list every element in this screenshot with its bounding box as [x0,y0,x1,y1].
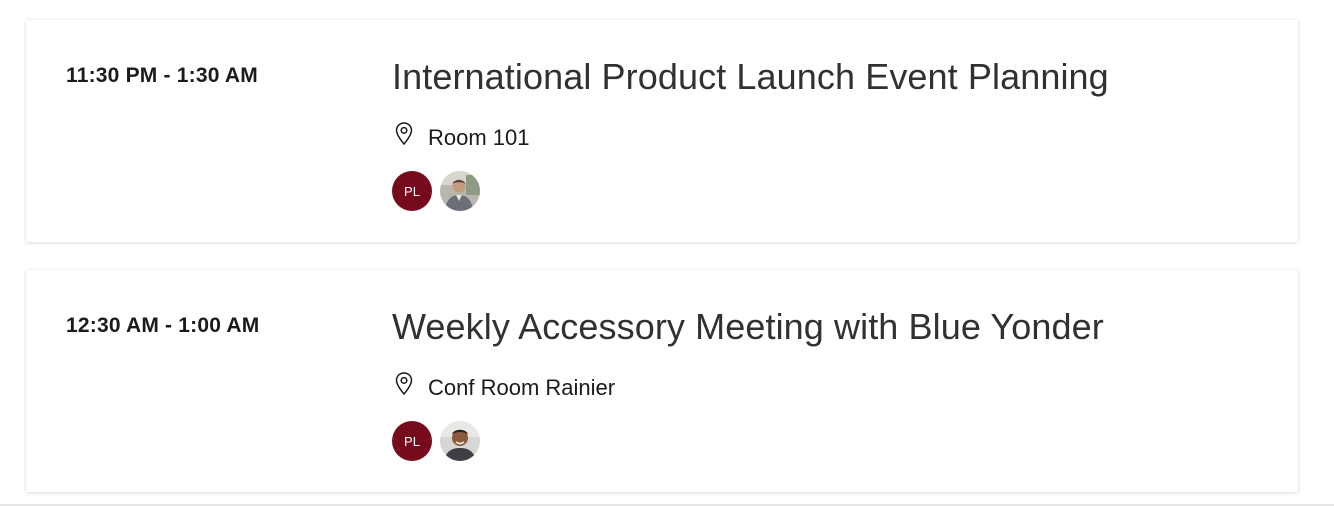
event-card[interactable]: 11:30 PM - 1:30 AM International Product… [26,20,1298,242]
event-card[interactable]: 12:30 AM - 1:00 AM Weekly Accessory Meet… [26,270,1298,492]
event-time: 11:30 PM - 1:30 AM [66,64,258,87]
location-pin-icon [392,370,416,398]
attendee-list: PL [392,171,480,211]
person-photo-avatar[interactable] [440,421,480,461]
avatar-initials: PL [404,183,420,199]
event-title[interactable]: International Product Launch Event Plann… [392,56,1109,98]
event-location-text: Conf Room Rainier [428,375,616,400]
attendee-initials-avatar[interactable]: PL [392,421,432,461]
event-location-text: Room 101 [428,125,530,150]
event-location: Room 101 [392,120,530,150]
location-pin-icon [392,120,416,148]
agenda-page: 11:30 PM - 1:30 AM International Product… [0,0,1334,506]
event-title[interactable]: Weekly Accessory Meeting with Blue Yonde… [392,306,1104,348]
event-time: 12:30 AM - 1:00 AM [66,314,260,337]
avatar-initials: PL [404,433,420,449]
attendee-initials-avatar[interactable]: PL [392,171,432,211]
attendee-list: PL [392,421,480,461]
event-location: Conf Room Rainier [392,370,616,400]
person-photo-avatar[interactable] [440,171,480,211]
